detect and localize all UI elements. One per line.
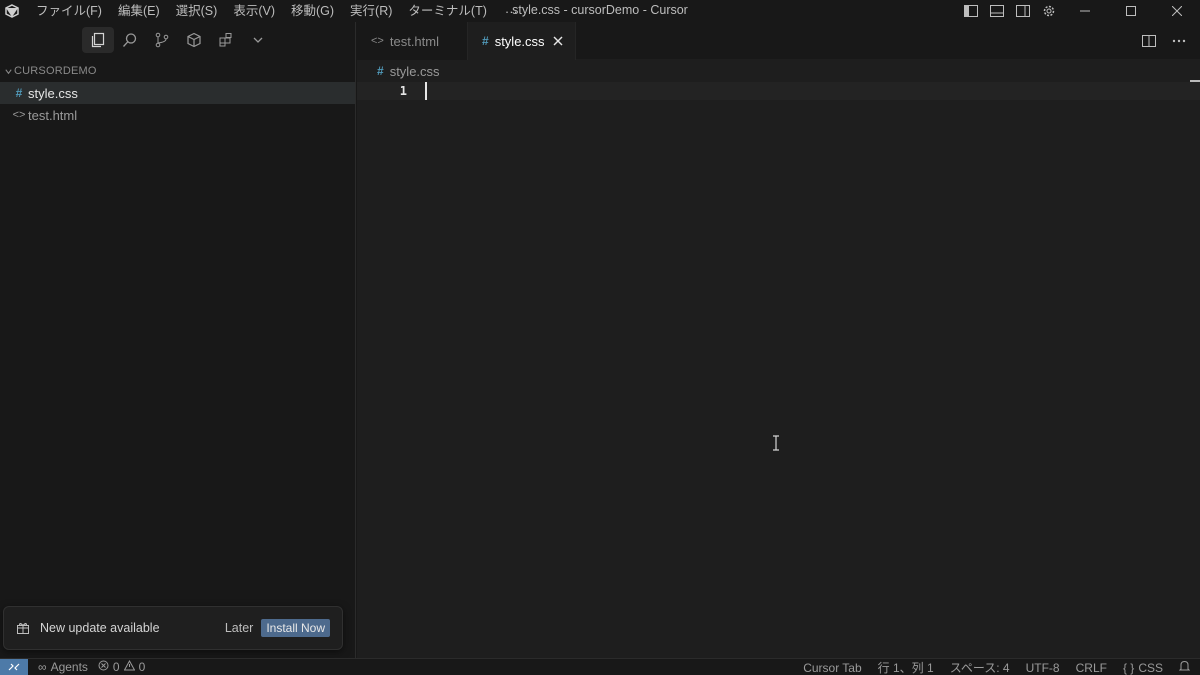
later-button[interactable]: Later <box>225 621 254 635</box>
tab-label: test.html <box>389 33 439 49</box>
indentation-status[interactable]: スペース: 4 <box>950 659 1010 675</box>
more-actions-icon[interactable] <box>1166 31 1192 51</box>
scrollbar-marker <box>1190 80 1200 82</box>
gift-icon <box>16 620 32 636</box>
install-now-button[interactable]: Install Now <box>261 619 330 637</box>
css-file-icon: # <box>482 34 489 48</box>
source-control-icon[interactable] <box>146 27 178 53</box>
menu-run[interactable]: 実行(R) <box>342 0 400 22</box>
editor-area: <> test.html # style.css # style.css 1 <box>357 22 1200 658</box>
activity-bar <box>0 22 355 58</box>
split-editor-icon[interactable] <box>1136 31 1162 51</box>
breadcrumb[interactable]: # style.css <box>357 60 1200 82</box>
toggle-secondary-sidebar-icon[interactable] <box>1010 1 1036 21</box>
notification-message: New update available <box>40 621 160 635</box>
sidebar: CURSORDEMO # style.css <> test.html <box>0 22 356 658</box>
package-icon[interactable] <box>178 27 210 53</box>
explorer-folder-title: CURSORDEMO <box>14 65 97 77</box>
search-icon[interactable] <box>114 27 146 53</box>
menu-go[interactable]: 移動(G) <box>283 0 342 22</box>
file-name: test.html <box>28 107 78 123</box>
html-file-icon: <> <box>371 35 384 47</box>
tab-test-html[interactable]: <> test.html <box>357 22 468 60</box>
status-right: Cursor Tab 行 1、列 1 スペース: 4 UTF-8 CRLF { … <box>803 659 1191 675</box>
menu-bar: ファイル(F) 編集(E) 選択(S) 表示(V) 移動(G) 実行(R) ター… <box>28 0 528 22</box>
language-label: CSS <box>1138 660 1163 675</box>
editor-actions <box>1136 22 1192 60</box>
status-bar: ∞ Agents 0 0 Cursor Tab 行 1、列 1 スペース: 4 … <box>0 658 1200 675</box>
menu-edit[interactable]: 編集(E) <box>110 0 168 22</box>
css-file-icon: # <box>15 86 23 100</box>
warning-icon <box>123 659 135 674</box>
braces-icon: { } <box>1122 660 1135 675</box>
menu-view[interactable]: 表示(V) <box>225 0 283 22</box>
extensions-icon[interactable] <box>210 27 242 53</box>
encoding-status[interactable]: UTF-8 <box>1026 661 1060 675</box>
bell-icon[interactable] <box>1178 660 1191 675</box>
agents-status[interactable]: ∞ Agents <box>38 660 88 674</box>
mouse-ibeam-icon <box>772 435 780 454</box>
remote-indicator-icon[interactable] <box>0 658 28 675</box>
file-name: style.css <box>28 85 78 101</box>
agents-label: Agents <box>50 660 88 674</box>
close-window-icon[interactable] <box>1154 0 1200 22</box>
html-file-icon: <> <box>12 109 26 121</box>
explorer-section-header[interactable]: CURSORDEMO <box>0 60 355 82</box>
menu-more-icon[interactable]: ··· <box>495 4 528 19</box>
settings-gear-icon[interactable] <box>1036 1 1062 21</box>
css-file-icon: # <box>377 64 384 78</box>
minimize-icon[interactable] <box>1062 0 1108 22</box>
warning-count: 0 <box>138 660 146 674</box>
close-icon[interactable] <box>553 36 563 46</box>
explorer-icon[interactable] <box>81 27 114 53</box>
tab-label: style.css <box>494 33 545 49</box>
infinity-icon: ∞ <box>38 660 47 674</box>
eol-status[interactable]: CRLF <box>1076 661 1107 675</box>
language-status[interactable]: { } CSS <box>1123 661 1163 675</box>
cursor-position[interactable]: 行 1、列 1 <box>878 659 934 675</box>
toggle-primary-sidebar-icon[interactable] <box>958 1 984 21</box>
file-item-test-html[interactable]: <> test.html <box>0 104 355 126</box>
cursor-tab-status[interactable]: Cursor Tab <box>803 661 861 675</box>
chevron-down-icon[interactable] <box>242 27 274 53</box>
text-cursor <box>425 82 427 100</box>
title-actions <box>958 0 1200 22</box>
problems-status[interactable]: 0 0 <box>98 659 146 674</box>
tab-style-css[interactable]: # style.css <box>468 22 576 60</box>
tab-bar: <> test.html # style.css <box>357 22 1200 60</box>
toggle-panel-icon[interactable] <box>984 1 1010 21</box>
menu-selection[interactable]: 選択(S) <box>168 0 226 22</box>
breadcrumb-file: style.css <box>389 63 440 79</box>
menu-file[interactable]: ファイル(F) <box>28 0 110 22</box>
maximize-icon[interactable] <box>1108 0 1154 22</box>
cursor-logo-icon <box>0 0 24 22</box>
error-icon <box>98 660 109 674</box>
menu-terminal[interactable]: ターミナル(T) <box>400 0 494 22</box>
title-bar: ファイル(F) 編集(E) 選択(S) 表示(V) 移動(G) 実行(R) ター… <box>0 0 1200 22</box>
line-number: 1 <box>399 84 407 98</box>
update-notification: New update available Later Install Now <box>3 606 343 650</box>
error-count: 0 <box>112 660 120 674</box>
current-line-highlight <box>357 82 1200 100</box>
file-item-style-css[interactable]: # style.css <box>0 82 355 104</box>
chevron-down-icon <box>2 67 14 76</box>
